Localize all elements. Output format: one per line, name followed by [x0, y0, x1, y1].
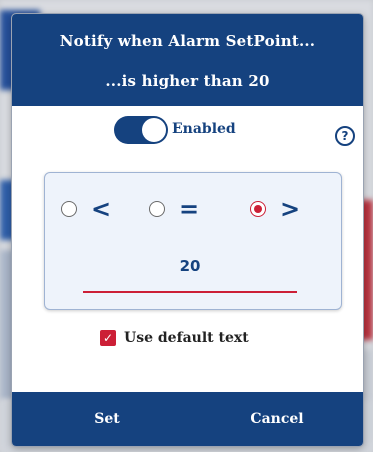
comparison-panel: < = > 20	[44, 172, 342, 310]
default-text-row[interactable]: ✓ Use default text	[100, 330, 249, 346]
radio-greater-than[interactable]	[250, 201, 266, 217]
toggle-knob	[142, 118, 166, 142]
dialog-subtitle: ...is higher than 20	[105, 72, 270, 90]
alarm-notify-dialog: Notify when Alarm SetPoint... ...is high…	[12, 14, 363, 446]
default-text-label: Use default text	[124, 330, 249, 346]
dialog-header: Notify when Alarm SetPoint... ...is high…	[12, 14, 363, 106]
help-icon[interactable]: ?	[335, 126, 355, 146]
threshold-underline	[83, 291, 297, 293]
default-text-checkbox[interactable]: ✓	[100, 330, 116, 346]
enabled-row: Enabled ?	[12, 106, 363, 152]
enabled-label: Enabled	[172, 121, 236, 137]
dialog-footer: Set Cancel	[12, 392, 363, 446]
enabled-toggle[interactable]	[114, 116, 168, 144]
option-less-than[interactable]: <	[61, 195, 111, 223]
radio-less-than[interactable]	[61, 201, 77, 217]
equal-symbol: =	[179, 195, 200, 223]
set-button[interactable]: Set	[72, 392, 142, 446]
less-than-symbol: <	[91, 195, 112, 223]
threshold-input[interactable]: 20	[83, 257, 297, 275]
cancel-button[interactable]: Cancel	[237, 392, 317, 446]
option-greater-than[interactable]: >	[250, 195, 300, 223]
option-equal[interactable]: =	[149, 195, 199, 223]
radio-equal[interactable]	[149, 201, 165, 217]
greater-than-symbol: >	[280, 195, 301, 223]
dialog-title: Notify when Alarm SetPoint...	[59, 32, 316, 50]
